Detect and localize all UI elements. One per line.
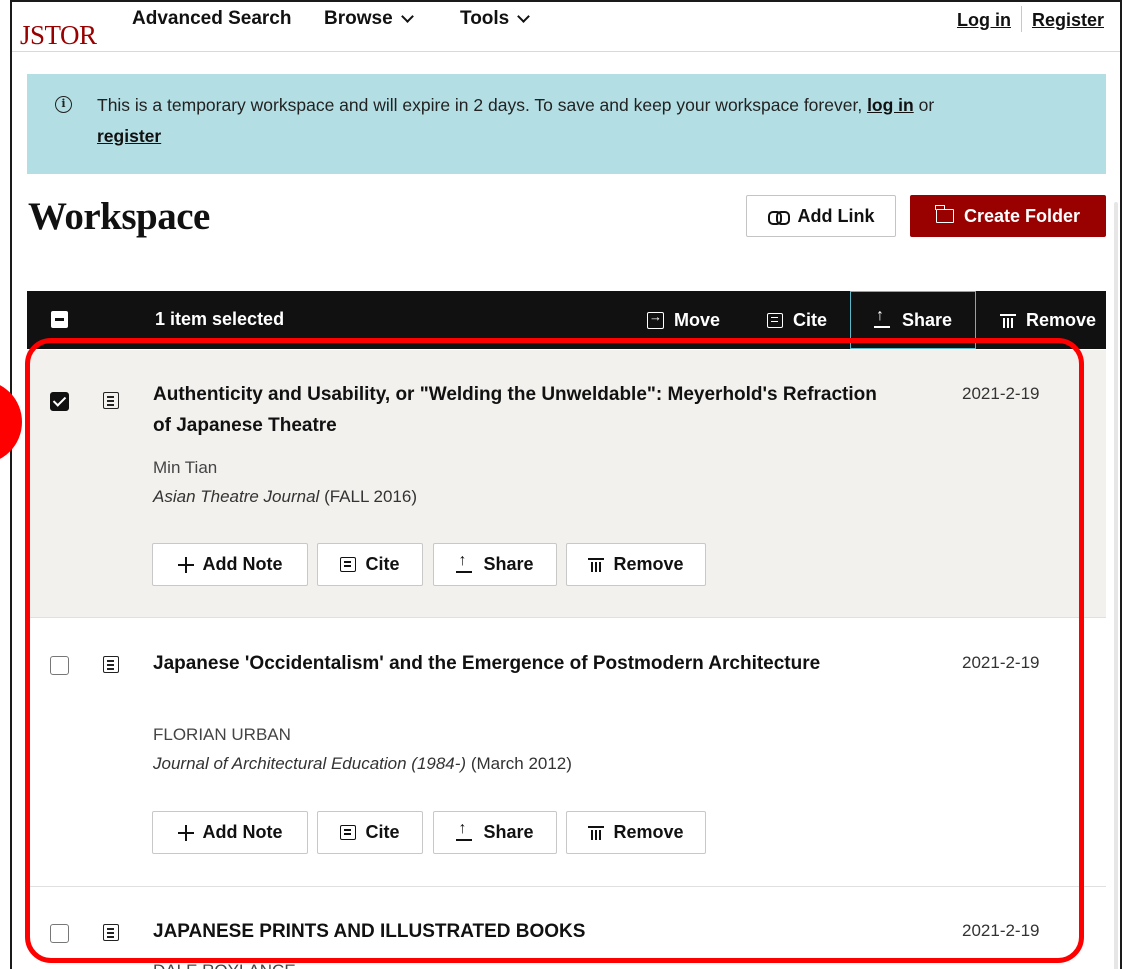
share-button[interactable]: Share [850, 291, 976, 349]
item-title-link[interactable]: Japanese 'Occidentalism' and the Emergen… [153, 648, 893, 679]
item-author: FLORIAN URBAN [153, 725, 291, 744]
cite-icon [340, 557, 357, 572]
remove-button[interactable]: Remove [992, 291, 1104, 349]
plus-icon [177, 824, 194, 841]
share-icon [456, 820, 474, 841]
trash-icon [588, 824, 605, 841]
document-icon [103, 656, 119, 673]
item-date: 2021-2-19 [962, 653, 1040, 672]
move-icon [647, 309, 664, 329]
trash-icon [588, 556, 605, 573]
cite-button[interactable]: Cite [757, 291, 837, 349]
selection-toolbar: 1 item selected Move Cite Share Remove [27, 291, 1106, 349]
scrollbar[interactable] [1104, 52, 1120, 969]
chevron-down-icon [400, 9, 414, 23]
register-link[interactable]: Register [1022, 10, 1114, 32]
folder-icon [934, 205, 954, 223]
scrollbar-thumb[interactable] [1114, 202, 1118, 969]
item-date: 2021-2-19 [962, 384, 1040, 403]
item-cite-button[interactable]: Cite [317, 543, 423, 586]
add-link-button[interactable]: Add Link [746, 195, 896, 237]
temporary-workspace-notice: i This is a temporary workspace and will… [27, 74, 1106, 174]
item-title-link[interactable]: JAPANESE PRINTS AND ILLUSTRATED BOOKS [153, 916, 893, 947]
share-icon [873, 307, 892, 328]
notice-register-link[interactable]: register [97, 126, 161, 146]
item-journal: Journal of Architectural Education (1984… [153, 754, 572, 773]
item-remove-button[interactable]: Remove [566, 543, 706, 586]
trash-icon [1000, 312, 1016, 329]
create-folder-button[interactable]: Create Folder [910, 195, 1106, 237]
notice-login-link[interactable]: log in [867, 95, 914, 115]
item-checkbox[interactable] [50, 656, 69, 675]
share-icon [456, 552, 474, 573]
account-links: Log in Register [947, 6, 1114, 32]
item-cite-button[interactable]: Cite [317, 811, 423, 854]
browser-viewport: JSTOR Advanced Search Browse Tools Log i… [10, 0, 1122, 969]
workspace-item: Authenticity and Usability, or "Welding … [27, 350, 1106, 618]
link-icon [767, 211, 790, 225]
item-title-link[interactable]: Authenticity and Usability, or "Welding … [153, 379, 893, 441]
select-all-checkbox[interactable] [51, 311, 68, 328]
info-icon: i [55, 96, 72, 113]
cite-icon [767, 312, 783, 328]
page-title: Workspace [28, 195, 210, 238]
move-button[interactable]: Move [637, 291, 730, 349]
jstor-logo[interactable]: JSTOR [20, 20, 97, 51]
workspace-item: JAPANESE PRINTS AND ILLUSTRATED BOOKS 20… [27, 888, 1106, 969]
add-note-button[interactable]: Add Note [152, 811, 308, 854]
document-icon [103, 392, 119, 409]
nav-browse[interactable]: Browse [324, 8, 414, 30]
item-remove-button[interactable]: Remove [566, 811, 706, 854]
item-author: Min Tian [153, 458, 218, 477]
document-icon [103, 924, 119, 941]
item-journal: Asian Theatre Journal (FALL 2016) [153, 487, 417, 506]
top-navigation: JSTOR Advanced Search Browse Tools Log i… [12, 2, 1120, 52]
cite-icon [340, 825, 357, 840]
workspace-item: Japanese 'Occidentalism' and the Emergen… [27, 619, 1106, 887]
nav-advanced-search[interactable]: Advanced Search [132, 8, 291, 30]
plus-icon [177, 556, 194, 573]
nav-tools[interactable]: Tools [460, 8, 531, 30]
item-date: 2021-2-19 [962, 921, 1040, 940]
notice-text: This is a temporary workspace and will e… [97, 95, 863, 115]
item-author: DALE ROYLANCE [153, 961, 296, 969]
login-link[interactable]: Log in [947, 10, 1021, 32]
item-checkbox[interactable] [50, 392, 69, 411]
selection-count: 1 item selected [155, 309, 285, 329]
add-note-button[interactable]: Add Note [152, 543, 308, 586]
item-share-button[interactable]: Share [433, 543, 557, 586]
item-share-button[interactable]: Share [433, 811, 557, 854]
chevron-down-icon [517, 9, 531, 23]
item-checkbox[interactable] [50, 924, 69, 943]
